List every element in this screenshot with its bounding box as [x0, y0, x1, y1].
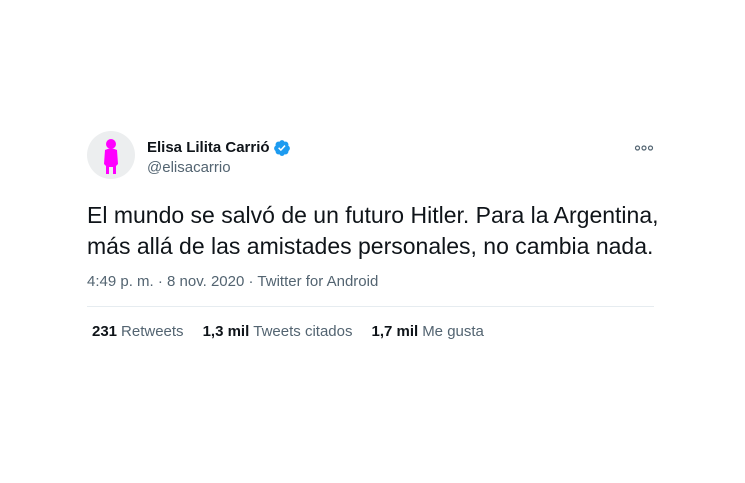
verified-badge-icon [273, 139, 291, 157]
tweet-text: El mundo se salvó de un futuro Hitler. P… [87, 202, 659, 259]
stat-count: 1,7 mil [371, 323, 419, 340]
profile-silhouette-icon [104, 139, 118, 174]
stat-count: 1,3 mil [202, 323, 250, 340]
tweet-source[interactable]: Twitter for Android [257, 273, 378, 290]
meta-separator: · [248, 273, 254, 290]
avatar[interactable] [87, 131, 135, 179]
stat-label: Me gusta [422, 323, 484, 340]
stat-count: 231 [92, 323, 118, 340]
tweet-meta: 4:49 p. m. · 8 nov. 2020 · Twitter for A… [87, 273, 378, 291]
stat-likes[interactable]: 1,7 mil Me gusta [371, 323, 483, 341]
stat-quote-tweets[interactable]: 1,3 mil Tweets citados [203, 323, 353, 341]
more-options-icon[interactable] [634, 140, 654, 156]
display-name-row: Elisa Lilita Carrió [147, 139, 291, 157]
stat-label: Retweets [121, 323, 184, 340]
display-name[interactable]: Elisa Lilita Carrió [147, 139, 270, 157]
divider [87, 306, 654, 307]
tweet-stats: 231 Retweets 1,3 mil Tweets citados 1,7 mi… [92, 323, 503, 341]
stat-retweets[interactable]: 231 Retweets [92, 323, 184, 341]
handle[interactable]: @elisacarrio [147, 159, 291, 177]
tweet-time[interactable]: 4:49 p. m. [87, 273, 154, 290]
meta-separator: · [157, 273, 163, 290]
tweet-card[interactable]: Elisa Lilita Carrió @elisacarrio El mund… [86, 130, 659, 350]
author-block[interactable]: Elisa Lilita Carrió @elisacarrio [147, 139, 291, 177]
tweet-date[interactable]: 8 nov. 2020 [167, 273, 244, 290]
stat-label: Tweets citados [253, 323, 353, 340]
